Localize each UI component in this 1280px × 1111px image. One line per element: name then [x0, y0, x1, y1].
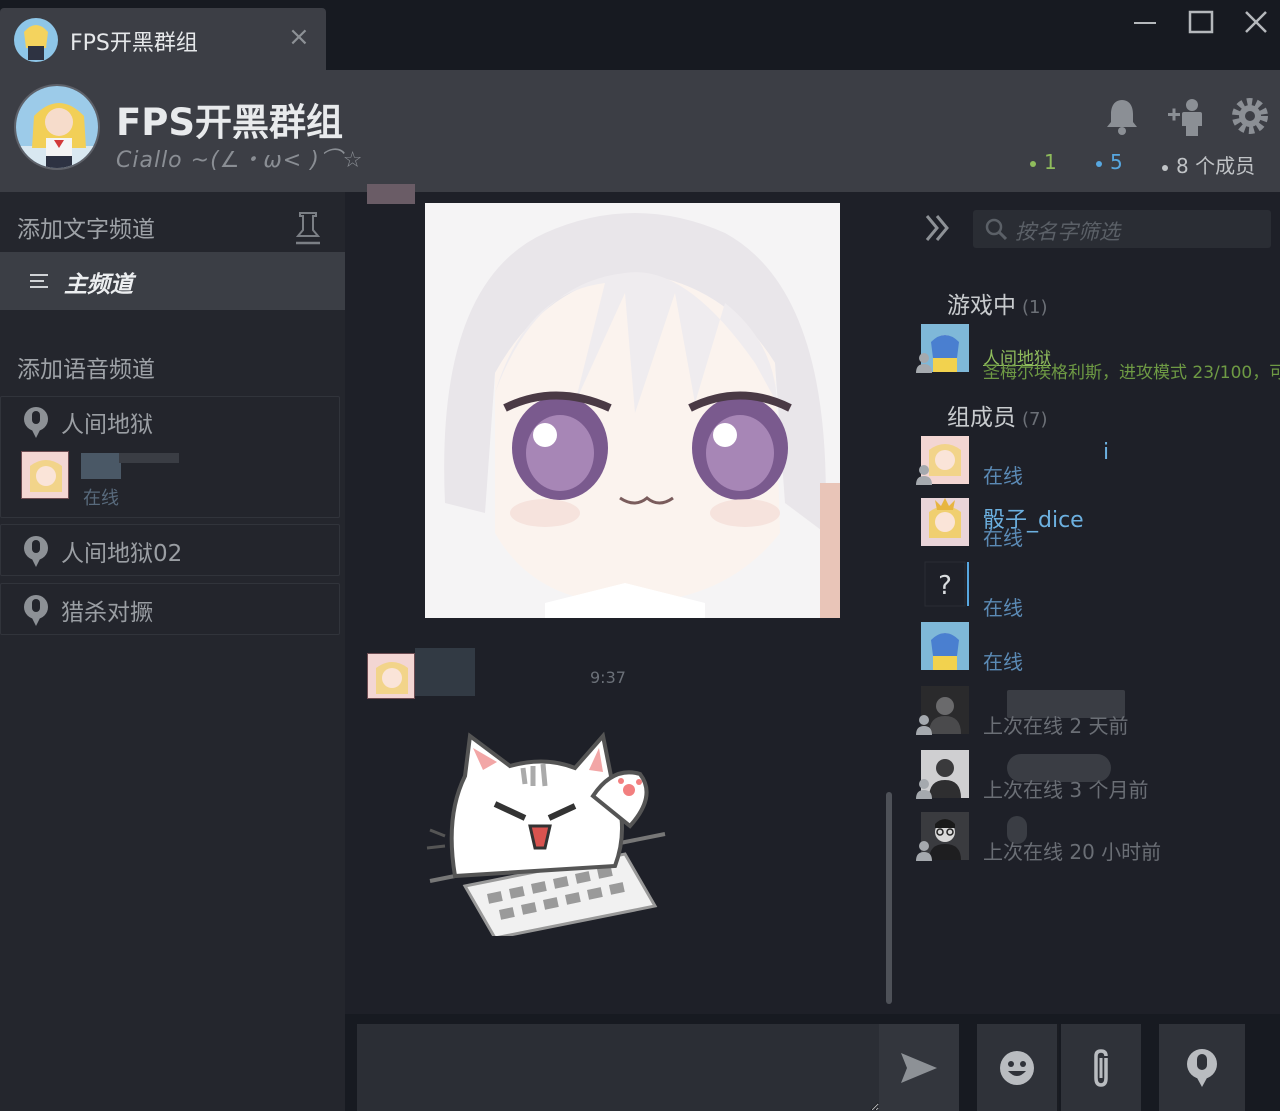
close-window-button[interactable] — [1236, 8, 1276, 38]
tab-close-button[interactable]: × — [288, 24, 310, 50]
send-icon — [901, 1052, 937, 1083]
member-list: 按名字筛选 游戏中(1) 人间地狱 圣梅尔埃格利斯，进攻模式 23/100，可加… — [903, 192, 1280, 1111]
member-count: 8 个成员 — [1162, 150, 1255, 179]
section-members: 组成员 (7) — [947, 405, 1048, 431]
emoji-button[interactable] — [977, 1024, 1059, 1111]
text-channel-icon — [30, 274, 48, 288]
message-timestamp: 9:37 — [590, 668, 626, 687]
group-tagline: Ciallo ~(∠・ω< )⌒☆ — [116, 148, 364, 173]
microphone-icon — [24, 407, 48, 438]
user-name-redacted — [119, 453, 179, 463]
member-item[interactable]: 骰子_dice 在线 — [919, 498, 1279, 554]
add-voice-channel[interactable]: 添加语音频道 — [17, 350, 155, 384]
member-item[interactable]: 在线 — [919, 622, 1279, 678]
member-status: 在线 — [983, 650, 1023, 674]
emoji-icon — [1000, 1050, 1034, 1085]
ingame-count: 1 — [1030, 150, 1057, 174]
voice-channel-name: 人间地狱 — [61, 412, 153, 438]
member-status: 在线 — [983, 596, 1023, 620]
attach-button[interactable] — [1061, 1024, 1141, 1111]
avatar — [921, 498, 969, 546]
member-name: i — [1103, 440, 1110, 465]
member-item[interactable]: 人间地狱 圣梅尔埃格利斯，进攻模式 23/100，可加入 — [916, 324, 1280, 383]
maximize-button[interactable] — [1181, 8, 1221, 38]
search-icon — [985, 218, 1007, 240]
voice-channel-1[interactable]: 人间地狱 在线 — [0, 396, 340, 518]
voice-channel-3[interactable]: 猎杀对撅 — [0, 583, 340, 635]
member-status: 在线 — [983, 464, 1023, 488]
person-icon — [916, 715, 932, 735]
member-status: 上次在线 2 天前 — [983, 714, 1129, 738]
member-item[interactable]: i 在线 — [916, 436, 1279, 492]
bell-icon[interactable] — [1102, 96, 1142, 136]
title-bar: FPS开黑群组 × — [0, 0, 1280, 70]
member-status: 上次在线 3 个月前 — [983, 778, 1149, 802]
avatar[interactable] — [367, 653, 415, 699]
user-status: 在线 — [83, 488, 119, 509]
gear-icon[interactable] — [1230, 96, 1270, 136]
chat-area: 9:37 — [345, 184, 903, 1014]
section-ingame: 游戏中 (1) — [947, 293, 1048, 319]
add-text-channel[interactable]: 添加文字频道 — [17, 210, 155, 244]
user-name-redacted — [81, 453, 121, 479]
group-avatar[interactable] — [14, 84, 100, 170]
group-header: FPS开黑群组 Ciallo ~(∠・ω< )⌒☆ 1 5 8 个成员 — [0, 70, 1280, 192]
member-search-placeholder: 按名字筛选 — [1015, 220, 1120, 244]
member-status: 圣梅尔埃格利斯，进攻模式 23/100，可加入 — [983, 363, 1280, 383]
send-button[interactable] — [879, 1024, 959, 1111]
chat-tab[interactable]: FPS开黑群组 × — [0, 8, 326, 70]
voice-channel-name: 猎杀对撅 — [61, 600, 153, 626]
group-name: FPS开黑群组 — [116, 101, 344, 144]
shared-image[interactable] — [425, 203, 840, 618]
member-status: 在线 — [983, 526, 1023, 550]
attach-icon — [1094, 1048, 1108, 1087]
chat-scrollbar[interactable] — [886, 792, 892, 1004]
add-friend-icon[interactable] — [1166, 96, 1206, 136]
microphone-icon — [1187, 1048, 1217, 1087]
member-item[interactable]: 上次在线 20 小时前 — [916, 812, 1279, 868]
member-item[interactable]: 上次在线 3 个月前 — [916, 750, 1279, 806]
svg-text:?: ? — [938, 571, 952, 601]
minimize-button[interactable] — [1125, 8, 1165, 38]
online-count: 5 — [1096, 150, 1123, 174]
tab-title: FPS开黑群组 — [70, 31, 198, 56]
avatar: ? — [921, 560, 969, 608]
channel-list: 添加文字频道 主频道 添加语音频道 人间地狱 在线 人间地狱02 猎杀对撅 — [0, 192, 345, 1111]
member-item[interactable]: 上次在线 2 天前 — [916, 686, 1279, 742]
voice-channel-2[interactable]: 人间地狱02 — [0, 524, 340, 576]
avatar — [921, 622, 969, 670]
microphone-icon — [24, 595, 48, 626]
microphone-icon — [24, 536, 48, 567]
sender-name-redacted — [415, 648, 475, 696]
member-item[interactable]: ? 在线 — [919, 560, 1279, 620]
sticker-image[interactable] — [425, 726, 670, 940]
collapse-icon[interactable] — [923, 212, 953, 244]
person-icon — [916, 841, 932, 861]
channel-main[interactable]: 主频道 — [0, 252, 345, 310]
person-icon — [916, 779, 932, 799]
pin-icon[interactable] — [290, 210, 326, 246]
member-status: 上次在线 20 小时前 — [983, 840, 1162, 864]
avatar[interactable] — [21, 451, 69, 499]
person-icon — [916, 353, 932, 373]
avatar[interactable] — [367, 184, 415, 204]
channel-main-label: 主频道 — [64, 272, 133, 298]
message-composer — [345, 1014, 1280, 1111]
member-search[interactable]: 按名字筛选 — [973, 210, 1271, 248]
person-icon — [916, 465, 932, 485]
group-avatar-small — [14, 18, 58, 62]
message-input[interactable] — [357, 1024, 879, 1111]
voice-channel-name: 人间地狱02 — [61, 541, 183, 567]
voice-button[interactable] — [1159, 1024, 1245, 1111]
